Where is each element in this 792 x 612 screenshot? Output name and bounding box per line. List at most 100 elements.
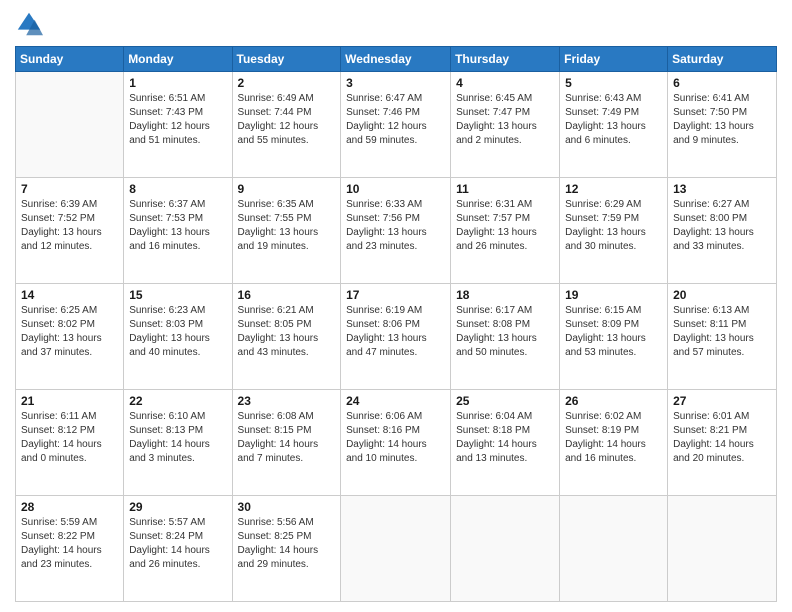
day-info: Sunrise: 6:25 AMSunset: 8:02 PMDaylight:… (21, 304, 118, 360)
day-number: 22 (129, 394, 226, 408)
calendar-cell: 4 Sunrise: 6:45 AMSunset: 7:47 PMDaylight… (451, 72, 560, 178)
day-number: 1 (129, 76, 226, 90)
day-info: Sunrise: 5:57 AMSunset: 8:24 PMDaylight:… (129, 516, 226, 572)
day-info: Sunrise: 6:31 AMSunset: 7:57 PMDaylight:… (456, 198, 554, 254)
day-number: 10 (346, 182, 445, 196)
day-info: Sunrise: 6:37 AMSunset: 7:53 PMDaylight:… (129, 198, 226, 254)
day-info: Sunrise: 6:43 AMSunset: 7:49 PMDaylight:… (565, 92, 662, 148)
weekday-header-sunday: Sunday (16, 47, 124, 72)
day-number: 19 (565, 288, 662, 302)
day-number: 13 (673, 182, 771, 196)
calendar-cell (341, 496, 451, 602)
day-number: 11 (456, 182, 554, 196)
day-info: Sunrise: 6:17 AMSunset: 8:08 PMDaylight:… (456, 304, 554, 360)
day-number: 9 (238, 182, 336, 196)
day-info: Sunrise: 6:23 AMSunset: 8:03 PMDaylight:… (129, 304, 226, 360)
day-info: Sunrise: 6:27 AMSunset: 8:00 PMDaylight:… (673, 198, 771, 254)
day-info: Sunrise: 6:39 AMSunset: 7:52 PMDaylight:… (21, 198, 118, 254)
day-number: 16 (238, 288, 336, 302)
day-info: Sunrise: 6:01 AMSunset: 8:21 PMDaylight:… (673, 410, 771, 466)
day-number: 7 (21, 182, 118, 196)
day-number: 18 (456, 288, 554, 302)
calendar-cell: 14 Sunrise: 6:25 AMSunset: 8:02 PMDayligh… (16, 284, 124, 390)
day-info: Sunrise: 6:10 AMSunset: 8:13 PMDaylight:… (129, 410, 226, 466)
day-info: Sunrise: 5:56 AMSunset: 8:25 PMDaylight:… (238, 516, 336, 572)
day-info: Sunrise: 6:33 AMSunset: 7:56 PMDaylight:… (346, 198, 445, 254)
weekday-header-tuesday: Tuesday (232, 47, 341, 72)
day-info: Sunrise: 6:06 AMSunset: 8:16 PMDaylight:… (346, 410, 445, 466)
day-number: 15 (129, 288, 226, 302)
calendar-cell: 23Sunrise: 6:08 AMSunset: 8:15 PMDayligh… (232, 390, 341, 496)
calendar-cell: 20Sunrise: 6:13 AMSunset: 8:11 PMDayligh… (668, 284, 777, 390)
day-number: 28 (21, 500, 118, 514)
calendar-table: SundayMondayTuesdayWednesdayThursdayFrid… (15, 46, 777, 602)
day-number: 29 (129, 500, 226, 514)
day-number: 17 (346, 288, 445, 302)
calendar-cell: 1 Sunrise: 6:51 AMSunset: 7:43 PMDaylight… (124, 72, 232, 178)
day-info: Sunrise: 6:11 AMSunset: 8:12 PMDaylight:… (21, 410, 118, 466)
calendar-cell: 27 Sunrise: 6:01 AMSunset: 8:21 PMDayligh… (668, 390, 777, 496)
calendar-cell: 18 Sunrise: 6:17 AMSunset: 8:08 PMDayligh… (451, 284, 560, 390)
calendar-cell: 29 Sunrise: 5:57 AMSunset: 8:24 PMDayligh… (124, 496, 232, 602)
calendar-cell (16, 72, 124, 178)
weekday-header-friday: Friday (560, 47, 668, 72)
day-info: Sunrise: 6:29 AMSunset: 7:59 PMDaylight:… (565, 198, 662, 254)
day-number: 27 (673, 394, 771, 408)
day-info: Sunrise: 6:13 AMSunset: 8:11 PMDaylight:… (673, 304, 771, 360)
calendar-cell: 25 Sunrise: 6:04 AMSunset: 8:18 PMDayligh… (451, 390, 560, 496)
day-number: 30 (238, 500, 336, 514)
calendar-cell: 9Sunrise: 6:35 AMSunset: 7:55 PMDaylight… (232, 178, 341, 284)
weekday-header-saturday: Saturday (668, 47, 777, 72)
calendar-cell: 12 Sunrise: 6:29 AMSunset: 7:59 PMDayligh… (560, 178, 668, 284)
day-number: 12 (565, 182, 662, 196)
header (15, 10, 777, 38)
day-info: Sunrise: 6:51 AMSunset: 7:43 PMDaylight:… (129, 92, 226, 148)
weekday-header-monday: Monday (124, 47, 232, 72)
calendar-cell (451, 496, 560, 602)
weekday-header-row: SundayMondayTuesdayWednesdayThursdayFrid… (16, 47, 777, 72)
day-info: Sunrise: 6:21 AMSunset: 8:05 PMDaylight:… (238, 304, 336, 360)
day-info: Sunrise: 6:45 AMSunset: 7:47 PMDaylight:… (456, 92, 554, 148)
day-number: 3 (346, 76, 445, 90)
weekday-header-wednesday: Wednesday (341, 47, 451, 72)
calendar-cell (668, 496, 777, 602)
calendar-week-row: 28 Sunrise: 5:59 AMSunset: 8:22 PMDayligh… (16, 496, 777, 602)
calendar-cell: 2Sunrise: 6:49 AMSunset: 7:44 PMDaylight… (232, 72, 341, 178)
calendar-cell: 8 Sunrise: 6:37 AMSunset: 7:53 PMDaylight… (124, 178, 232, 284)
day-number: 23 (238, 394, 336, 408)
day-info: Sunrise: 6:19 AMSunset: 8:06 PMDaylight:… (346, 304, 445, 360)
calendar-cell: 24Sunrise: 6:06 AMSunset: 8:16 PMDayligh… (341, 390, 451, 496)
day-number: 21 (21, 394, 118, 408)
logo-icon (15, 10, 43, 38)
calendar-cell (560, 496, 668, 602)
day-number: 26 (565, 394, 662, 408)
calendar-cell: 7 Sunrise: 6:39 AMSunset: 7:52 PMDaylight… (16, 178, 124, 284)
page: SundayMondayTuesdayWednesdayThursdayFrid… (0, 0, 792, 612)
calendar-cell: 13 Sunrise: 6:27 AMSunset: 8:00 PMDayligh… (668, 178, 777, 284)
day-number: 4 (456, 76, 554, 90)
day-info: Sunrise: 5:59 AMSunset: 8:22 PMDaylight:… (21, 516, 118, 572)
day-info: Sunrise: 6:15 AMSunset: 8:09 PMDaylight:… (565, 304, 662, 360)
calendar-cell: 10 Sunrise: 6:33 AMSunset: 7:56 PMDayligh… (341, 178, 451, 284)
day-number: 25 (456, 394, 554, 408)
calendar-cell: 17 Sunrise: 6:19 AMSunset: 8:06 PMDayligh… (341, 284, 451, 390)
calendar-cell: 11 Sunrise: 6:31 AMSunset: 7:57 PMDayligh… (451, 178, 560, 284)
calendar-cell: 26 Sunrise: 6:02 AMSunset: 8:19 PMDayligh… (560, 390, 668, 496)
day-number: 6 (673, 76, 771, 90)
weekday-header-thursday: Thursday (451, 47, 560, 72)
day-number: 14 (21, 288, 118, 302)
calendar-cell: 19 Sunrise: 6:15 AMSunset: 8:09 PMDayligh… (560, 284, 668, 390)
day-number: 5 (565, 76, 662, 90)
calendar-cell: 6Sunrise: 6:41 AMSunset: 7:50 PMDaylight… (668, 72, 777, 178)
calendar-week-row: 1 Sunrise: 6:51 AMSunset: 7:43 PMDaylight… (16, 72, 777, 178)
day-info: Sunrise: 6:02 AMSunset: 8:19 PMDaylight:… (565, 410, 662, 466)
calendar-cell: 5 Sunrise: 6:43 AMSunset: 7:49 PMDaylight… (560, 72, 668, 178)
day-info: Sunrise: 6:49 AMSunset: 7:44 PMDaylight:… (238, 92, 336, 148)
day-number: 8 (129, 182, 226, 196)
calendar-cell: 3Sunrise: 6:47 AMSunset: 7:46 PMDaylight… (341, 72, 451, 178)
day-info: Sunrise: 6:04 AMSunset: 8:18 PMDaylight:… (456, 410, 554, 466)
calendar-cell: 22 Sunrise: 6:10 AMSunset: 8:13 PMDayligh… (124, 390, 232, 496)
calendar-cell: 16 Sunrise: 6:21 AMSunset: 8:05 PMDayligh… (232, 284, 341, 390)
calendar-cell: 30 Sunrise: 5:56 AMSunset: 8:25 PMDayligh… (232, 496, 341, 602)
calendar-cell: 15 Sunrise: 6:23 AMSunset: 8:03 PMDayligh… (124, 284, 232, 390)
